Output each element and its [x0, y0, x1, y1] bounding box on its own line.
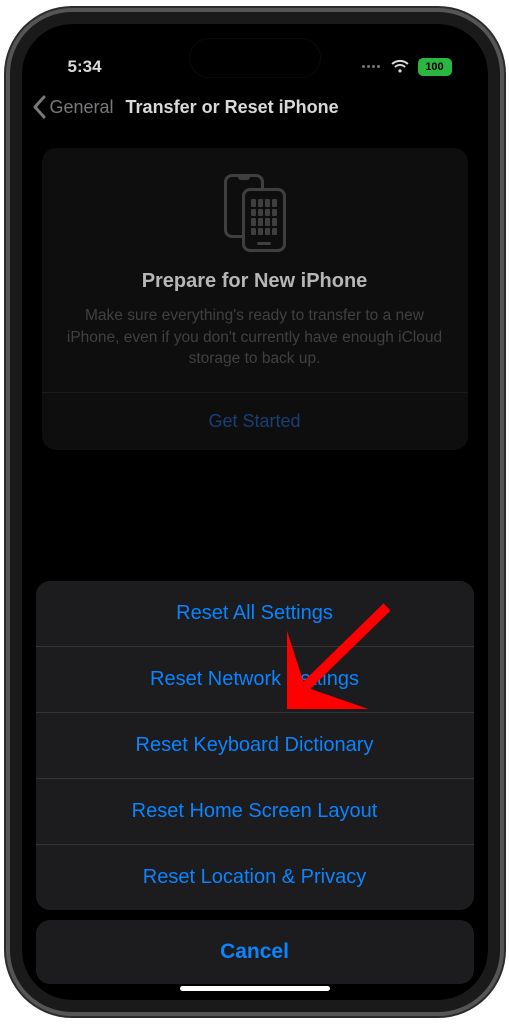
home-indicator[interactable] [180, 986, 330, 991]
dynamic-island [190, 39, 320, 77]
screen: 5:34 100 General [22, 24, 488, 1000]
reset-home-screen-layout-button[interactable]: Reset Home Screen Layout [36, 779, 474, 845]
iphone-device-frame: 5:34 100 General [10, 12, 500, 1012]
reset-action-sheet: Reset All Settings Reset Network Setting… [36, 581, 474, 910]
reset-location-privacy-button[interactable]: Reset Location & Privacy [36, 845, 474, 910]
cancel-button[interactable]: Cancel [36, 920, 474, 984]
reset-keyboard-dictionary-button[interactable]: Reset Keyboard Dictionary [36, 713, 474, 779]
action-sheet-scrim[interactable]: Reset All Settings Reset Network Setting… [22, 24, 488, 1000]
reset-all-settings-button[interactable]: Reset All Settings [36, 581, 474, 647]
reset-network-settings-button[interactable]: Reset Network Settings [36, 647, 474, 713]
